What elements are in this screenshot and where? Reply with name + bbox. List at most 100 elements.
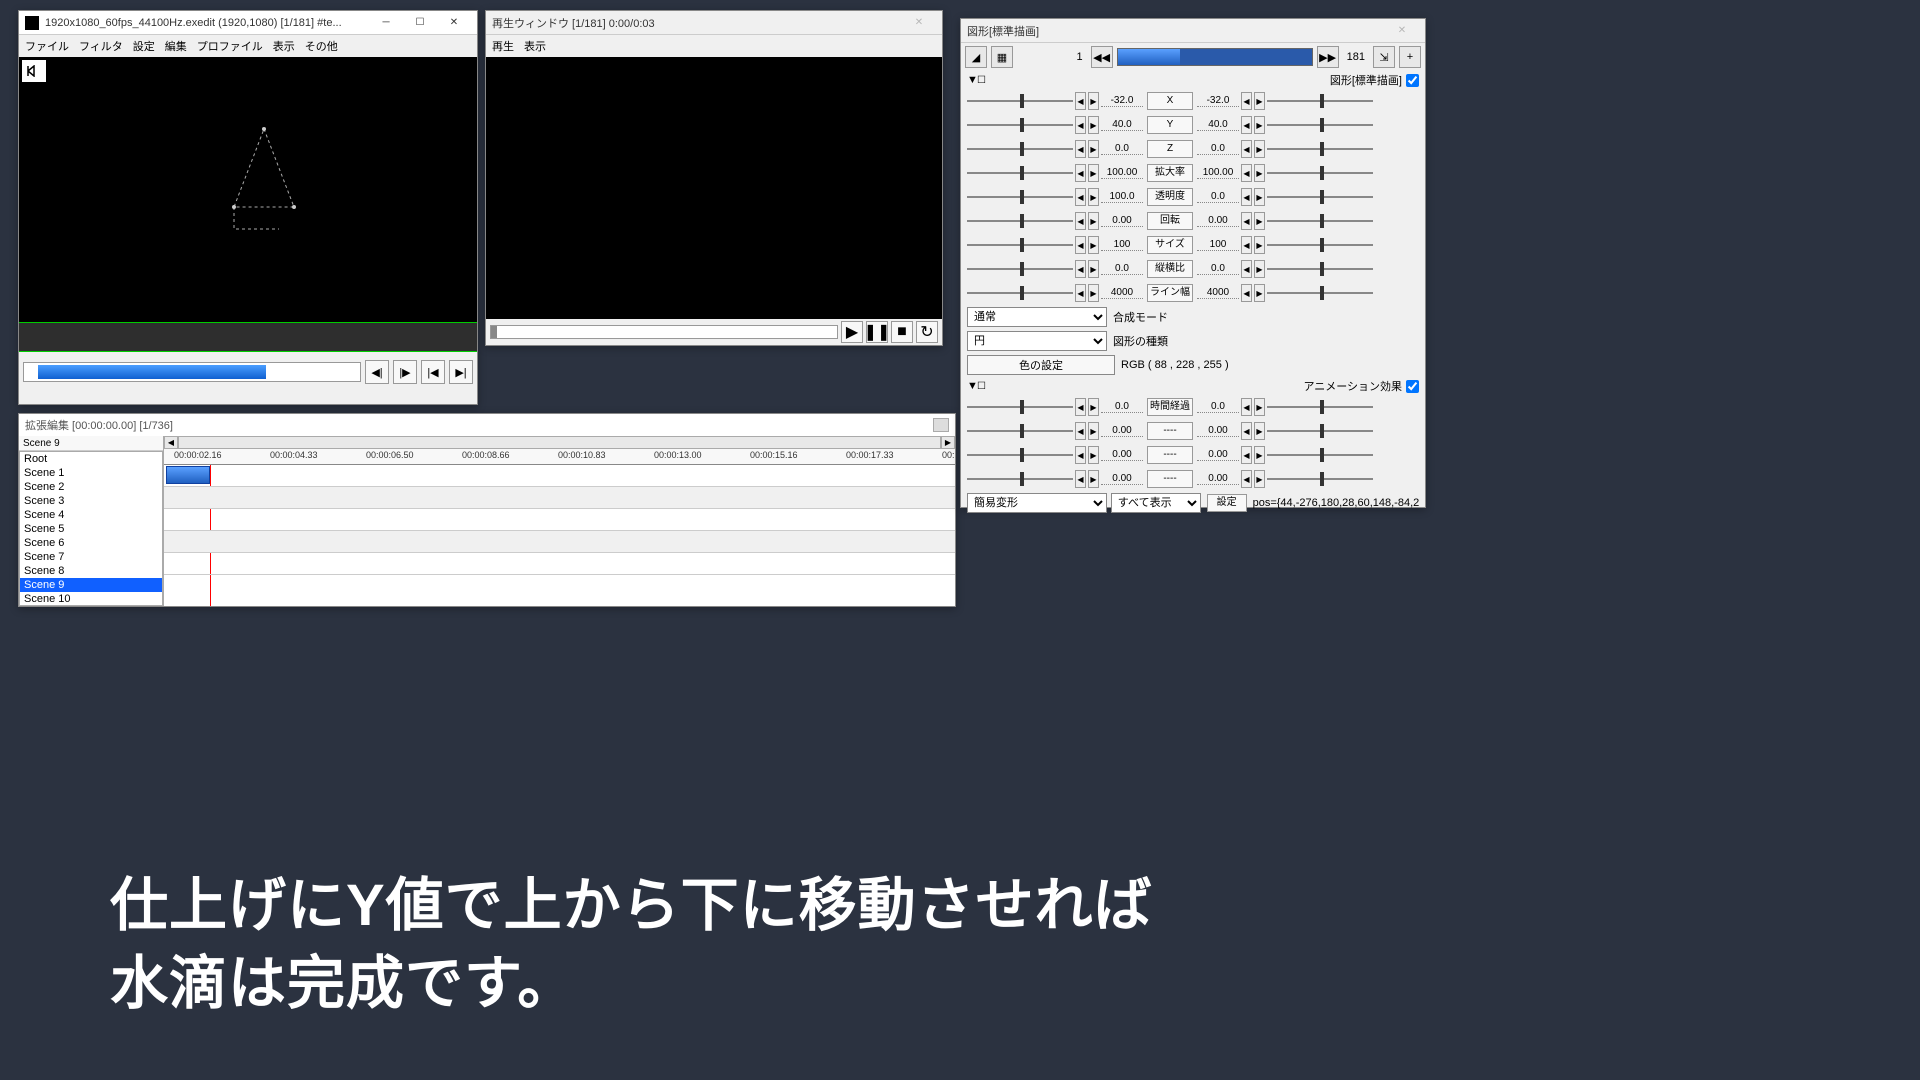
step-up-button[interactable]: ▶ — [1254, 398, 1265, 416]
step-up-button[interactable]: ▶ — [1088, 140, 1099, 158]
step-down-button[interactable]: ◀ — [1241, 284, 1252, 302]
param-slider-right[interactable] — [1267, 189, 1373, 205]
step-up-button[interactable]: ▶ — [1088, 398, 1099, 416]
step-down-button[interactable]: ◀ — [1241, 236, 1252, 254]
param-value-left[interactable]: 0.0 — [1101, 143, 1143, 155]
param-value-right[interactable]: 0.0 — [1197, 143, 1239, 155]
param-value-right[interactable]: 100 — [1197, 239, 1239, 251]
timeline-ruler[interactable]: 00:00:02.1600:00:04.3300:00:06.5000:00:0… — [164, 449, 955, 465]
step-down-button[interactable]: ◀ — [1075, 116, 1086, 134]
step-up-button[interactable]: ▶ — [1254, 236, 1265, 254]
scene-item[interactable]: Scene 2 — [20, 480, 162, 494]
param-slider-right[interactable] — [1267, 423, 1373, 439]
scene-item[interactable]: Scene 7 — [20, 550, 162, 564]
param-slider-left[interactable] — [967, 213, 1073, 229]
step-down-button[interactable]: ◀ — [1075, 260, 1086, 278]
param-value-left[interactable]: 40.0 — [1101, 119, 1143, 131]
step-up-button[interactable]: ▶ — [1088, 116, 1099, 134]
param-value-right[interactable]: 0.00 — [1197, 449, 1239, 461]
scene-list[interactable]: RootScene 1Scene 2Scene 3Scene 4Scene 5S… — [19, 451, 163, 606]
step-down-button[interactable]: ◀ — [1075, 212, 1086, 230]
param-slider-left[interactable] — [967, 237, 1073, 253]
step-down-button[interactable]: ◀ — [1241, 188, 1252, 206]
param-label[interactable]: Y — [1147, 116, 1193, 134]
expand-button[interactable]: ⇲ — [1373, 46, 1395, 68]
param-slider-right[interactable] — [1267, 165, 1373, 181]
home-button[interactable] — [22, 60, 46, 82]
param-label[interactable]: 透明度 — [1147, 188, 1193, 206]
param-value-right[interactable]: 0.0 — [1197, 191, 1239, 203]
param-value-right[interactable]: 100.00 — [1197, 167, 1239, 179]
param-label[interactable]: サイズ — [1147, 236, 1193, 254]
step-up-button[interactable]: ▶ — [1254, 140, 1265, 158]
scene-item[interactable]: Root — [20, 452, 162, 466]
param-label[interactable]: 回転 — [1147, 212, 1193, 230]
param-label[interactable]: 縦横比 — [1147, 260, 1193, 278]
minimize-button[interactable]: ─ — [369, 12, 403, 34]
section-anim-header[interactable]: ▼ ☐ アニメーション効果 — [961, 377, 1425, 395]
step-down-button[interactable]: ◀ — [1075, 92, 1086, 110]
menu-other[interactable]: その他 — [305, 38, 338, 54]
step-up-button[interactable]: ▶ — [1088, 92, 1099, 110]
param-value-right[interactable]: 40.0 — [1197, 119, 1239, 131]
step-down-button[interactable]: ◀ — [1241, 470, 1252, 488]
playback-area[interactable] — [486, 57, 942, 319]
param-value-left[interactable]: 0.00 — [1101, 449, 1143, 461]
menu-profile[interactable]: プロファイル — [197, 38, 263, 54]
step-down-button[interactable]: ◀ — [1075, 236, 1086, 254]
step-up-button[interactable]: ▶ — [1254, 212, 1265, 230]
param-value-right[interactable]: 0.0 — [1197, 263, 1239, 275]
param-value-right[interactable]: -32.0 — [1197, 95, 1239, 107]
step-up-button[interactable]: ▶ — [1254, 92, 1265, 110]
param-slider-right[interactable] — [1267, 237, 1373, 253]
seek-slider[interactable] — [23, 362, 361, 382]
param-slider-left[interactable] — [967, 399, 1073, 415]
step-up-button[interactable]: ▶ — [1254, 116, 1265, 134]
param-slider-left[interactable] — [967, 117, 1073, 133]
hscroll-left-icon[interactable]: ◀ — [164, 436, 178, 449]
menu-file[interactable]: ファイル — [25, 38, 69, 54]
play-button[interactable]: ▶ — [841, 321, 863, 343]
menu-view[interactable]: 表示 — [273, 38, 295, 54]
param-slider-left[interactable] — [967, 189, 1073, 205]
param-value-left[interactable]: 0.00 — [1101, 425, 1143, 437]
param-label[interactable]: ライン幅 — [1147, 284, 1193, 302]
param-slider-left[interactable] — [967, 285, 1073, 301]
param-value-left[interactable]: 100 — [1101, 239, 1143, 251]
layer-fwd-button[interactable]: ▦ — [991, 46, 1013, 68]
scene-item[interactable]: Scene 3 — [20, 494, 162, 508]
scene-item[interactable]: Scene 10 — [20, 592, 162, 606]
scene-item[interactable]: Scene 1 — [20, 466, 162, 480]
loop-button[interactable]: ↻ — [916, 321, 938, 343]
frame-slider[interactable] — [1117, 48, 1313, 66]
stop-button[interactable]: ■ — [891, 321, 913, 343]
step-down-button[interactable]: ◀ — [1075, 398, 1086, 416]
timeline-close-button[interactable] — [933, 418, 949, 432]
section-anim-checkbox[interactable] — [1406, 380, 1419, 393]
scene-item[interactable]: Scene 9 — [20, 578, 162, 592]
timeline-tracks[interactable] — [164, 465, 955, 606]
step-down-button[interactable]: ◀ — [1075, 188, 1086, 206]
main-titlebar[interactable]: 1920x1080_60fps_44100Hz.exedit (1920,108… — [19, 11, 477, 35]
shape-type-select[interactable]: 円 — [967, 331, 1107, 351]
anim-filter-select[interactable]: すべて表示 — [1111, 493, 1201, 513]
maximize-button[interactable]: ☐ — [403, 12, 437, 34]
param-label[interactable]: ---- — [1147, 470, 1193, 488]
param-value-left[interactable]: 0.00 — [1101, 215, 1143, 227]
menu-settings[interactable]: 設定 — [133, 38, 155, 54]
menu-filter[interactable]: フィルタ — [79, 38, 123, 54]
anim-type-select[interactable]: 簡易変形 — [967, 493, 1107, 513]
param-value-right[interactable]: 0.00 — [1197, 473, 1239, 485]
layer-back-button[interactable]: ◢ — [965, 46, 987, 68]
menu-play[interactable]: 再生 — [492, 38, 514, 54]
param-value-left[interactable]: -32.0 — [1101, 95, 1143, 107]
preview-area[interactable] — [19, 57, 477, 322]
param-label[interactable]: X — [1147, 92, 1193, 110]
param-slider-right[interactable] — [1267, 93, 1373, 109]
step-down-button[interactable]: ◀ — [1075, 470, 1086, 488]
param-slider-left[interactable] — [967, 261, 1073, 277]
pause-button[interactable]: ❚❚ — [866, 321, 888, 343]
hscroll-right-icon[interactable]: ▶ — [941, 436, 955, 449]
param-value-left[interactable]: 4000 — [1101, 287, 1143, 299]
scene-item[interactable]: Scene 5 — [20, 522, 162, 536]
